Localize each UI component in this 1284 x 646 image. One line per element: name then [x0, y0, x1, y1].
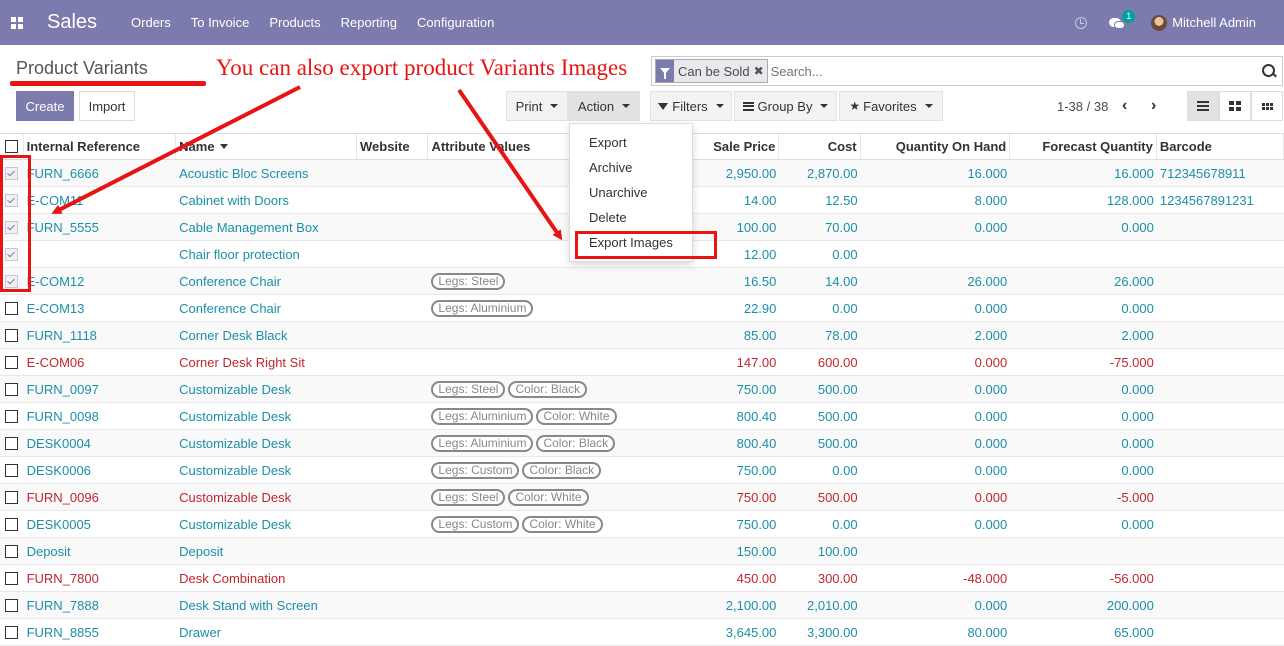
annotation-arrows: [51, 85, 563, 241]
annotation-arrow-right: [457, 88, 563, 241]
annotation-arrow-left: [51, 85, 301, 214]
